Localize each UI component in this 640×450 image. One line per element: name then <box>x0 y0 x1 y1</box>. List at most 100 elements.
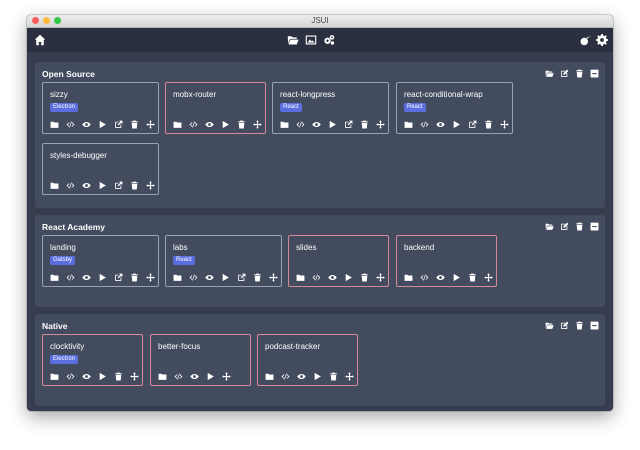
eye-icon[interactable] <box>82 120 91 129</box>
code-icon[interactable] <box>174 372 183 381</box>
code-icon[interactable] <box>66 273 75 282</box>
maximize-window-button[interactable] <box>54 17 61 24</box>
play-icon[interactable] <box>221 273 230 282</box>
external-link-icon[interactable] <box>468 120 477 129</box>
project-card[interactable]: better-focus <box>150 334 251 386</box>
external-link-icon[interactable] <box>344 120 353 129</box>
external-link-icon[interactable] <box>114 120 123 129</box>
edit-icon[interactable] <box>560 69 569 78</box>
folder-icon[interactable] <box>296 273 305 282</box>
code-icon[interactable] <box>281 372 290 381</box>
play-icon[interactable] <box>98 372 107 381</box>
collapse-icon[interactable] <box>590 69 599 78</box>
project-card[interactable]: labs React <box>165 235 282 287</box>
code-icon[interactable] <box>420 273 429 282</box>
external-link-icon[interactable] <box>114 181 123 190</box>
folder-open-icon[interactable] <box>545 69 554 78</box>
trash-icon[interactable] <box>130 120 139 129</box>
edit-icon[interactable] <box>560 321 569 330</box>
play-icon[interactable] <box>206 372 215 381</box>
folder-icon[interactable] <box>50 181 59 190</box>
external-link-icon[interactable] <box>114 273 123 282</box>
folder-icon[interactable] <box>404 273 413 282</box>
code-icon[interactable] <box>189 273 198 282</box>
move-icon[interactable] <box>146 181 155 190</box>
move-icon[interactable] <box>484 273 493 282</box>
trash-icon[interactable] <box>575 222 584 231</box>
project-card[interactable]: backend <box>396 235 497 287</box>
eye-icon[interactable] <box>82 181 91 190</box>
trash-icon[interactable] <box>329 372 338 381</box>
trash-icon[interactable] <box>575 321 584 330</box>
trash-icon[interactable] <box>360 273 369 282</box>
cogs-icon[interactable] <box>322 33 336 47</box>
play-icon[interactable] <box>98 120 107 129</box>
folder-icon[interactable] <box>404 120 413 129</box>
play-icon[interactable] <box>344 273 353 282</box>
move-icon[interactable] <box>376 273 385 282</box>
project-card[interactable]: clocktivity Electron <box>42 334 143 386</box>
code-icon[interactable] <box>189 120 198 129</box>
trash-icon[interactable] <box>575 69 584 78</box>
home-icon[interactable] <box>33 33 47 47</box>
move-icon[interactable] <box>269 273 278 282</box>
trash-icon[interactable] <box>468 273 477 282</box>
folder-icon[interactable] <box>50 372 59 381</box>
eye-icon[interactable] <box>328 273 337 282</box>
project-card[interactable]: mobx-router <box>165 82 266 134</box>
project-card[interactable]: react-longpress React <box>272 82 389 134</box>
code-icon[interactable] <box>420 120 429 129</box>
folder-icon[interactable] <box>158 372 167 381</box>
trash-icon[interactable] <box>484 120 493 129</box>
move-icon[interactable] <box>222 372 231 381</box>
eye-icon[interactable] <box>436 120 445 129</box>
collapse-icon[interactable] <box>590 321 599 330</box>
code-icon[interactable] <box>296 120 305 129</box>
folder-icon[interactable] <box>50 273 59 282</box>
folder-icon[interactable] <box>280 120 289 129</box>
close-window-button[interactable] <box>32 17 39 24</box>
minimize-window-button[interactable] <box>43 17 50 24</box>
move-icon[interactable] <box>130 372 139 381</box>
code-icon[interactable] <box>66 372 75 381</box>
collapse-icon[interactable] <box>590 222 599 231</box>
code-icon[interactable] <box>66 181 75 190</box>
eye-icon[interactable] <box>436 273 445 282</box>
code-icon[interactable] <box>312 273 321 282</box>
trash-icon[interactable] <box>360 120 369 129</box>
move-icon[interactable] <box>500 120 509 129</box>
play-icon[interactable] <box>98 181 107 190</box>
play-icon[interactable] <box>452 273 461 282</box>
eye-icon[interactable] <box>190 372 199 381</box>
trash-icon[interactable] <box>130 181 139 190</box>
project-card[interactable]: react-conditional-wrap React <box>396 82 513 134</box>
play-icon[interactable] <box>221 120 230 129</box>
folder-open-icon[interactable] <box>545 222 554 231</box>
external-link-icon[interactable] <box>237 273 246 282</box>
play-icon[interactable] <box>328 120 337 129</box>
eye-icon[interactable] <box>205 120 214 129</box>
project-card[interactable]: slides <box>288 235 389 287</box>
move-icon[interactable] <box>253 120 262 129</box>
trash-icon[interactable] <box>130 273 139 282</box>
eye-icon[interactable] <box>205 273 214 282</box>
trash-icon[interactable] <box>237 120 246 129</box>
folder-icon[interactable] <box>173 273 182 282</box>
eye-icon[interactable] <box>82 273 91 282</box>
image-icon[interactable] <box>304 33 318 47</box>
eye-icon[interactable] <box>297 372 306 381</box>
eye-icon[interactable] <box>312 120 321 129</box>
move-icon[interactable] <box>146 273 155 282</box>
folder-icon[interactable] <box>265 372 274 381</box>
move-icon[interactable] <box>146 120 155 129</box>
folder-icon[interactable] <box>50 120 59 129</box>
code-icon[interactable] <box>66 120 75 129</box>
trash-icon[interactable] <box>253 273 262 282</box>
project-card[interactable]: landing Gatsby <box>42 235 159 287</box>
move-icon[interactable] <box>345 372 354 381</box>
folder-open-icon[interactable] <box>286 33 300 47</box>
project-card[interactable]: styles-debugger <box>42 143 159 195</box>
play-icon[interactable] <box>313 372 322 381</box>
gear-icon[interactable] <box>595 33 609 47</box>
folder-icon[interactable] <box>173 120 182 129</box>
